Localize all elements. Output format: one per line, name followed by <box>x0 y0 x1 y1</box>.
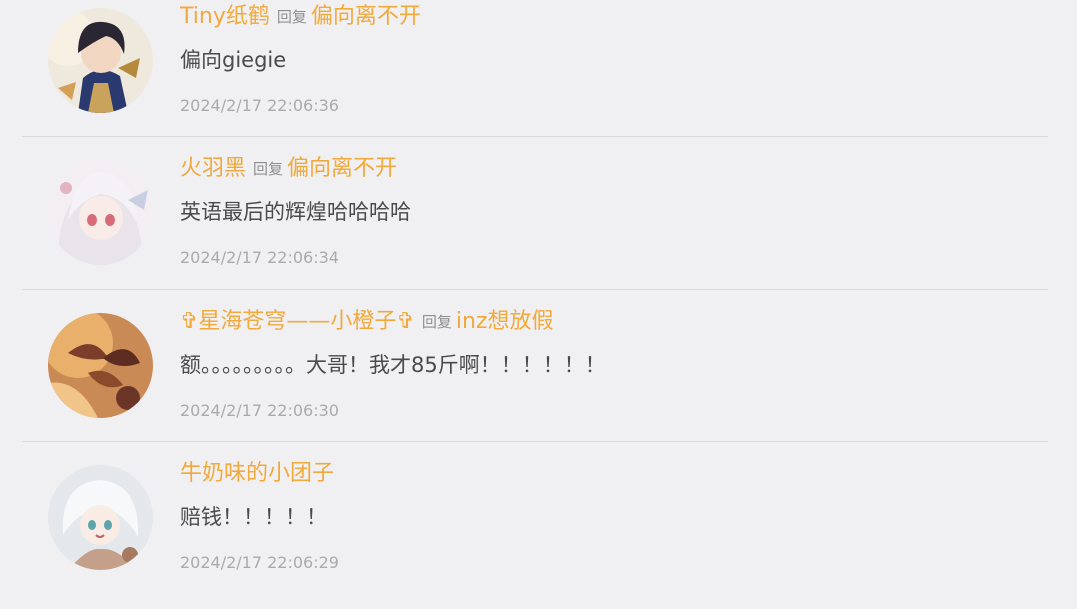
comment-text: 赔钱！！！！！ <box>180 505 327 529</box>
comment-text: 额。。。。。。。。。大哥！我才85斤啊！！！！！！ <box>180 353 606 377</box>
reply-label: 回复 <box>421 313 452 331</box>
divider <box>22 136 1048 137</box>
avatar[interactable] <box>48 160 153 265</box>
reply-target-name[interactable]: inz想放假 <box>456 309 554 334</box>
divider <box>22 441 1048 442</box>
comment-header: 牛奶味的小团子 <box>180 459 334 490</box>
author-name[interactable]: Tiny纸鹤 <box>180 4 270 29</box>
comment-header: ✞星海苍穹——小橙子✞ 回复 inz想放假 <box>180 307 554 338</box>
avatar[interactable] <box>48 8 153 113</box>
author-name[interactable]: ✞星海苍穹——小橙子✞ <box>180 309 415 334</box>
comment-item: ✞星海苍穹——小橙子✞ 回复 inz想放假 额。。。。。。。。。大哥！我才85斤啊！… <box>0 305 1077 457</box>
timestamp: 2024/2/17 22:06:34 <box>180 248 339 267</box>
reply-target-name[interactable]: 偏向离不开 <box>287 156 397 181</box>
divider <box>22 289 1048 290</box>
reply-target-name[interactable]: 偏向离不开 <box>311 4 421 29</box>
timestamp: 2024/2/17 22:06:29 <box>180 553 339 572</box>
avatar[interactable] <box>48 465 153 570</box>
timestamp: 2024/2/17 22:06:36 <box>180 96 339 115</box>
reply-label: 回复 <box>276 8 307 26</box>
comment-item: 火羽黑 回复 偏向离不开 英语最后的辉煌哈哈哈哈 2024/2/17 22:06:3… <box>0 152 1077 304</box>
comment-item: 牛奶味的小团子 赔钱！！！！！ 2024/2/17 22:06:29 <box>0 457 1077 609</box>
timestamp: 2024/2/17 22:06:30 <box>180 401 339 420</box>
comment-header: 火羽黑 回复 偏向离不开 <box>180 154 397 185</box>
comment-header: Tiny纸鹤 回复 偏向离不开 <box>180 2 421 33</box>
avatar[interactable] <box>48 313 153 418</box>
author-name[interactable]: 牛奶味的小团子 <box>180 461 334 486</box>
comment-text: 偏向giegie <box>180 48 287 72</box>
author-name[interactable]: 火羽黑 <box>180 156 246 181</box>
comment-item: Tiny纸鹤 回复 偏向离不开 偏向giegie 2024/2/17 22:06:3… <box>0 0 1077 152</box>
comment-text: 英语最后的辉煌哈哈哈哈 <box>180 200 411 224</box>
reply-label: 回复 <box>253 160 284 178</box>
